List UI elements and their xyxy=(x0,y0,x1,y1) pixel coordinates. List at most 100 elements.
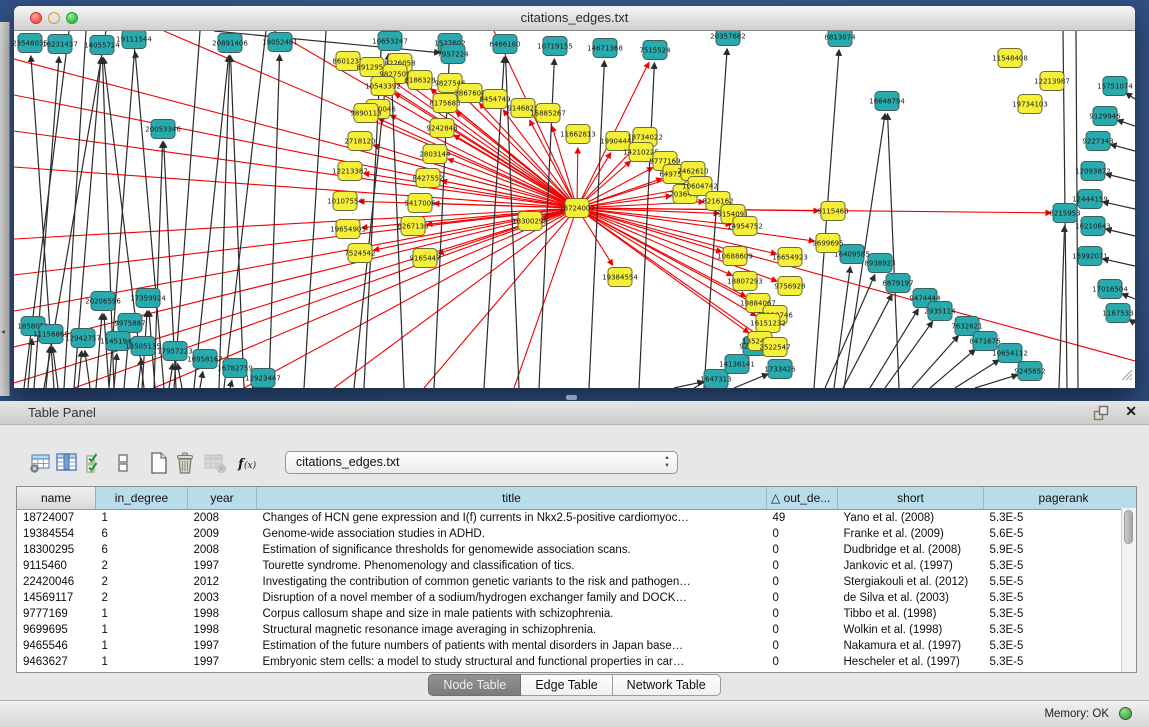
graph-node[interactable]: 1733426 xyxy=(764,360,796,379)
graph-node[interactable]: 7957224 xyxy=(437,45,469,64)
table-row[interactable]: 1872400712008Changes of HCN gene express… xyxy=(17,510,1137,527)
graph-node[interactable]: 8471676 xyxy=(969,332,1001,351)
function-builder-button[interactable]: f (x) xyxy=(236,450,262,476)
graph-node[interactable]: 12213987 xyxy=(1034,72,1070,91)
table-row[interactable]: 2242004622012Investigating the contribut… xyxy=(17,574,1137,590)
graph-node[interactable]: 10107554 xyxy=(327,192,363,211)
network-canvas[interactable]: 2354603516231437140557241911154420891406… xyxy=(14,31,1135,388)
column-header-in_degree[interactable]: in_degree xyxy=(96,487,188,510)
graph-node[interactable]: 1167533 xyxy=(1102,304,1133,323)
graph-node[interactable]: 16231437 xyxy=(42,35,78,54)
graph-node[interactable]: 9227343 xyxy=(1082,132,1113,151)
unselect-all-button[interactable] xyxy=(110,450,136,476)
graph-node[interactable]: 8186328 xyxy=(404,71,435,90)
table-row[interactable]: 977716911998Corpus callosum shape and si… xyxy=(17,606,1137,622)
graph-node[interactable]: 9129946 xyxy=(1089,107,1121,126)
graph-node[interactable]: 9756928 xyxy=(774,277,805,296)
table-row[interactable]: 946554611997Estimation of the future num… xyxy=(17,638,1137,654)
window-resize-grip[interactable] xyxy=(1119,367,1133,386)
graph-node[interactable]: 10688609 xyxy=(717,247,753,266)
attribute-table[interactable]: namein_degreeyeartitle△ out_de...shortpa… xyxy=(16,486,1137,673)
network-view-window[interactable]: citations_edges.txt 23546035162314371405… xyxy=(14,6,1135,388)
graph-node[interactable]: 9417006 xyxy=(404,194,436,213)
graph-node[interactable]: 12942757 xyxy=(65,329,101,348)
graph-node[interactable]: 10653247 xyxy=(372,32,408,51)
graph-node[interactable]: 9975887 xyxy=(114,314,145,333)
tab-edge-table[interactable]: Edge Table xyxy=(521,674,612,696)
graph-node[interactable]: 19384554 xyxy=(602,268,638,287)
table-vertical-scrollbar[interactable] xyxy=(1121,508,1136,672)
tab-network-table[interactable]: Network Table xyxy=(613,674,721,696)
table-mode-button[interactable] xyxy=(28,450,54,476)
network-canvas-svg[interactable]: 2354603516231437140557241911154420891406… xyxy=(14,31,1135,388)
graph-node[interactable]: 7515524 xyxy=(639,41,671,60)
panel-divider-handle[interactable] xyxy=(566,395,577,400)
table-row[interactable]: 911546021997Tourette syndrome. Phenomeno… xyxy=(17,558,1137,574)
graph-node[interactable]: 11662813 xyxy=(560,125,596,144)
table-row[interactable]: 946362711997Embryonic stem cells: a mode… xyxy=(17,654,1137,670)
scrollbar-thumb[interactable] xyxy=(1124,510,1133,544)
graph-node[interactable]: 8175685 xyxy=(429,94,460,113)
graph-node[interactable]: 6879197 xyxy=(882,274,913,293)
tab-node-table[interactable]: Node Table xyxy=(428,674,521,696)
graph-node[interactable]: 9165447 xyxy=(409,249,440,268)
delete-columns-button[interactable] xyxy=(172,450,198,476)
column-header-pagerank[interactable]: pagerank xyxy=(984,487,1138,510)
graph-node[interactable]: 10654112 xyxy=(992,344,1028,363)
graph-node[interactable]: 11548408 xyxy=(992,49,1028,68)
memory-ok-indicator[interactable] xyxy=(1119,707,1132,720)
table-row[interactable]: 1938455462009Genome-wide association stu… xyxy=(17,526,1137,542)
graph-node[interactable]: 8215953 xyxy=(1049,204,1080,223)
graph-node[interactable]: 9245652 xyxy=(1014,362,1045,381)
graph-node[interactable]: 16210643 xyxy=(1075,217,1111,236)
graph-node[interactable]: 9890113 xyxy=(350,104,381,123)
graph-node[interactable]: 9242848 xyxy=(426,119,457,138)
column-header-title[interactable]: title xyxy=(257,487,767,510)
panel-expand-arrow-icon[interactable]: ◂ xyxy=(1,328,5,336)
table-row[interactable]: 1456911722003Disruption of a novel membe… xyxy=(17,590,1137,606)
column-header-year[interactable]: year xyxy=(188,487,257,510)
graph-node[interactable]: 8427552 xyxy=(412,169,443,188)
select-all-button[interactable] xyxy=(82,450,108,476)
collapsed-panel-strip[interactable]: ◂ xyxy=(0,22,10,396)
graph-node[interactable]: 19654903 xyxy=(330,220,366,239)
close-panel-icon[interactable]: ✕ xyxy=(1125,403,1137,420)
float-panel-icon[interactable] xyxy=(1093,405,1109,421)
graph-node[interactable]: 2522547 xyxy=(759,338,790,357)
graph-node[interactable]: 2803144 xyxy=(419,145,451,164)
graph-node[interactable]: 20357682 xyxy=(710,31,746,46)
graph-node[interactable]: 16654923 xyxy=(772,248,808,267)
graph-node[interactable]: 12213387 xyxy=(332,162,368,181)
graph-node[interactable]: 7524542 xyxy=(344,244,375,263)
graph-node[interactable]: 2718120 xyxy=(344,132,375,151)
graph-node[interactable]: 17016504 xyxy=(1092,280,1128,299)
table-row[interactable]: 1830029562008Estimation of significance … xyxy=(17,542,1137,558)
graph-node[interactable]: 19734103 xyxy=(1012,95,1048,114)
graph-node[interactable]: 10719155 xyxy=(537,37,573,56)
graph-node[interactable]: 18052481 xyxy=(262,33,298,52)
graph-node[interactable]: 19111544 xyxy=(116,31,152,49)
graph-node[interactable]: 6466160 xyxy=(489,35,520,54)
show-columns-button[interactable] xyxy=(54,450,80,476)
graph-nodes[interactable]: 2354603516231437140557241911154420891406… xyxy=(14,31,1134,388)
graph-node[interactable]: 8267130 xyxy=(397,217,428,236)
graph-node[interactable]: 12093872 xyxy=(1075,162,1111,181)
graph-node[interactable]: 15751074 xyxy=(1097,77,1133,96)
table-selector-dropdown[interactable]: citations_edges.txt ▲▼ xyxy=(285,451,678,474)
column-header-out_de[interactable]: △ out_de... xyxy=(767,487,838,510)
graph-node[interactable]: 9699695 xyxy=(812,234,843,253)
column-header-name[interactable]: name xyxy=(17,487,96,510)
graph-node[interactable]: 20891406 xyxy=(212,34,248,53)
graph-node[interactable]: 16648794 xyxy=(869,92,905,111)
table-row[interactable]: 969969511998Structural magnetic resonanc… xyxy=(17,622,1137,638)
create-column-button[interactable] xyxy=(146,450,172,476)
window-titlebar[interactable]: citations_edges.txt xyxy=(14,6,1135,31)
graph-node[interactable]: 9115460 xyxy=(817,202,848,221)
column-header-short[interactable]: short xyxy=(838,487,984,510)
graph-node[interactable]: 14671368 xyxy=(587,39,623,58)
graph-node[interactable]: 8813074 xyxy=(824,31,856,47)
graph-node[interactable]: 8454749 xyxy=(479,90,510,109)
graph-node[interactable]: 17359924 xyxy=(130,289,166,308)
graph-node[interactable]: 14055724 xyxy=(84,36,120,55)
graph-node[interactable]: 2935114 xyxy=(924,302,956,321)
